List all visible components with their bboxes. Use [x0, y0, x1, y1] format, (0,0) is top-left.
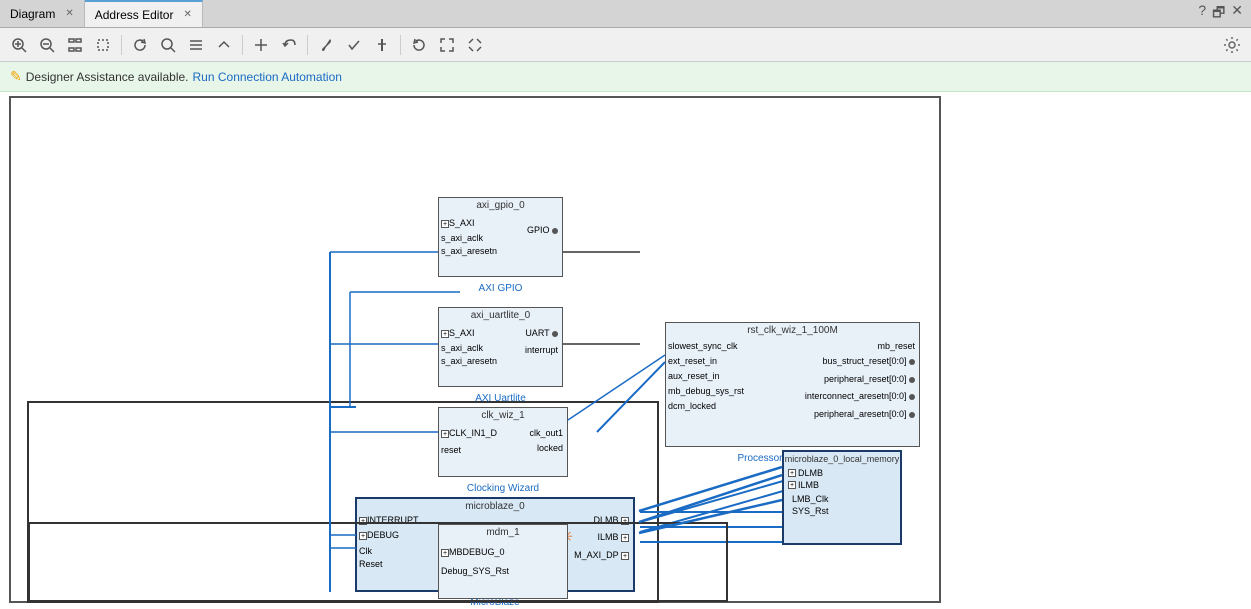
reset-button[interactable] — [406, 32, 432, 58]
port-mb-reset: mb_reset — [877, 341, 915, 351]
port-uart-s-axi: +S_AXI — [441, 328, 475, 338]
port-slowest-sync: slowest_sync_clk — [668, 341, 738, 351]
port-mb-debug-sys: mb_debug_sys_rst — [668, 386, 744, 396]
select-button[interactable] — [90, 32, 116, 58]
search-button[interactable] — [155, 32, 181, 58]
banner-icon: ✎ — [10, 68, 22, 85]
block-axi-uartlite-0[interactable]: axi_uartlite_0 +S_AXI s_axi_aclk s_axi_a… — [438, 307, 563, 387]
port-lm-dlmb: +DLMB — [784, 468, 900, 478]
expand-uart-s-axi[interactable]: + — [441, 330, 449, 338]
tab-bar: Diagram ✕ Address Editor ✕ ? 🗗 ✕ — [0, 0, 1251, 28]
port-aux-reset: aux_reset_in — [668, 371, 720, 381]
pin-button[interactable] — [369, 32, 395, 58]
sep2 — [242, 35, 243, 55]
undo-button[interactable] — [276, 32, 302, 58]
tab-address-editor-close[interactable]: ✕ — [183, 9, 191, 20]
port-lm-ilmb: +ILMB — [784, 480, 900, 490]
port-interconnect-aresetn: interconnect_aresetn[0:0] — [805, 391, 915, 401]
expand-clk-in1[interactable]: + — [441, 430, 449, 438]
interconnect-dot — [909, 394, 915, 400]
gpio-dot — [552, 228, 558, 234]
wrench-button[interactable] — [313, 32, 339, 58]
port-s-axi: +S_AXI — [441, 218, 475, 228]
mdm-outer-container — [28, 522, 728, 602]
port-uart-s-axi-aclk: s_axi_aclk — [441, 343, 483, 353]
tab-diagram-label: Diagram — [10, 7, 55, 21]
expand-s-axi[interactable]: + — [441, 220, 449, 228]
uart-dot — [552, 331, 558, 337]
port-uart-s-axi-aresetn: s_axi_aresetn — [441, 356, 497, 366]
block-clk-wiz-1-title: clk_wiz_1 — [439, 408, 567, 421]
expand1-button[interactable] — [434, 32, 460, 58]
up-button[interactable] — [211, 32, 237, 58]
block-axi-gpio-0-label: AXI GPIO — [439, 283, 562, 294]
block-local-memory-title: microblaze_0_local_memory — [784, 452, 900, 465]
tab-address-editor-label: Address Editor — [95, 8, 174, 22]
block-axi-uartlite-0-label: AXI Uartlite — [439, 393, 562, 404]
bus-dot — [909, 359, 915, 365]
add-button[interactable] — [248, 32, 274, 58]
port-peripheral-reset: peripheral_reset[0:0] — [824, 374, 915, 384]
port-ext-reset: ext_reset_in — [668, 356, 717, 366]
settings-button[interactable] — [1219, 32, 1245, 58]
list-button[interactable] — [183, 32, 209, 58]
run-connection-automation-link[interactable]: Run Connection Automation — [193, 70, 342, 84]
expand2-button[interactable] — [462, 32, 488, 58]
block-mdm-1-title: mdm_1 — [439, 525, 567, 538]
port-bus-struct-reset: bus_struct_reset[0:0] — [822, 356, 915, 366]
block-clk-wiz-1[interactable]: clk_wiz_1 +CLK_IN1_D reset clk_out1 lock… — [438, 407, 568, 477]
help-icon[interactable]: ? — [1198, 2, 1206, 26]
port-s-axi-aresetn: s_axi_aresetn — [441, 246, 497, 256]
port-s-axi-aclk: s_axi_aclk — [441, 233, 483, 243]
port-clk-in1: +CLK_IN1_D — [441, 428, 497, 438]
tab-bar-actions: ? 🗗 ✕ — [1198, 2, 1251, 26]
block-microblaze-0-title: microblaze_0 — [357, 499, 633, 512]
port-lm-clk: LMB_Clk — [784, 494, 900, 504]
port-mbdebug: +MBDEBUG_0 — [441, 547, 505, 557]
block-rst-clk-wiz[interactable]: rst_clk_wiz_1_100M slowest_sync_clk ext_… — [665, 322, 920, 447]
block-rst-title: rst_clk_wiz_1_100M — [666, 323, 919, 336]
close-window-icon[interactable]: ✕ — [1231, 2, 1243, 26]
tab-diagram[interactable]: Diagram ✕ — [0, 0, 85, 27]
port-dcm-locked: dcm_locked — [668, 401, 716, 411]
restore-icon[interactable]: 🗗 — [1212, 2, 1225, 26]
port-locked: locked — [537, 443, 563, 453]
zoom-out-button[interactable] — [34, 32, 60, 58]
validate-button[interactable] — [341, 32, 367, 58]
port-gpio: GPIO — [527, 225, 558, 235]
block-axi-gpio-0[interactable]: axi_gpio_0 +S_AXI s_axi_aclk s_axi_arese… — [438, 197, 563, 277]
diagram-canvas: axi_gpio_0 +S_AXI s_axi_aclk s_axi_arese… — [0, 92, 1251, 609]
tab-diagram-close[interactable]: ✕ — [65, 8, 73, 19]
block-axi-gpio-0-title: axi_gpio_0 — [439, 198, 562, 211]
sep3 — [307, 35, 308, 55]
banner-text: Designer Assistance available. — [26, 70, 189, 84]
block-local-memory[interactable]: microblaze_0_local_memory +DLMB +ILMB LM… — [782, 450, 902, 545]
block-axi-uartlite-0-title: axi_uartlite_0 — [439, 308, 562, 321]
fit-view-button[interactable] — [62, 32, 88, 58]
port-clk-out1: clk_out1 — [529, 428, 563, 438]
port-peripheral-aresetn: peripheral_aresetn[0:0] — [814, 409, 915, 419]
periph-aresetn-dot — [909, 412, 915, 418]
port-interrupt: interrupt — [525, 345, 558, 355]
block-mdm-1[interactable]: mdm_1 +MBDEBUG_0 Debug_SYS_Rst — [438, 524, 568, 599]
periph-dot — [909, 377, 915, 383]
port-uart: UART — [525, 328, 558, 338]
refresh-button[interactable] — [127, 32, 153, 58]
sep1 — [121, 35, 122, 55]
expand-lm-dlmb[interactable]: + — [788, 469, 796, 477]
block-clk-wiz-1-label: Clocking Wizard — [439, 483, 567, 494]
expand-mbdebug[interactable]: + — [441, 549, 449, 557]
port-clk-reset: reset — [441, 445, 461, 455]
expand-lm-ilmb[interactable]: + — [788, 481, 796, 489]
port-debug-sys-rst: Debug_SYS_Rst — [441, 566, 509, 576]
tab-address-editor[interactable]: Address Editor ✕ — [85, 0, 203, 27]
designer-assistance-banner: ✎ Designer Assistance available. Run Con… — [0, 62, 1251, 92]
sep4 — [400, 35, 401, 55]
zoom-in-button[interactable] — [6, 32, 32, 58]
port-lm-sysrst: SYS_Rst — [784, 506, 900, 516]
toolbar — [0, 28, 1251, 62]
